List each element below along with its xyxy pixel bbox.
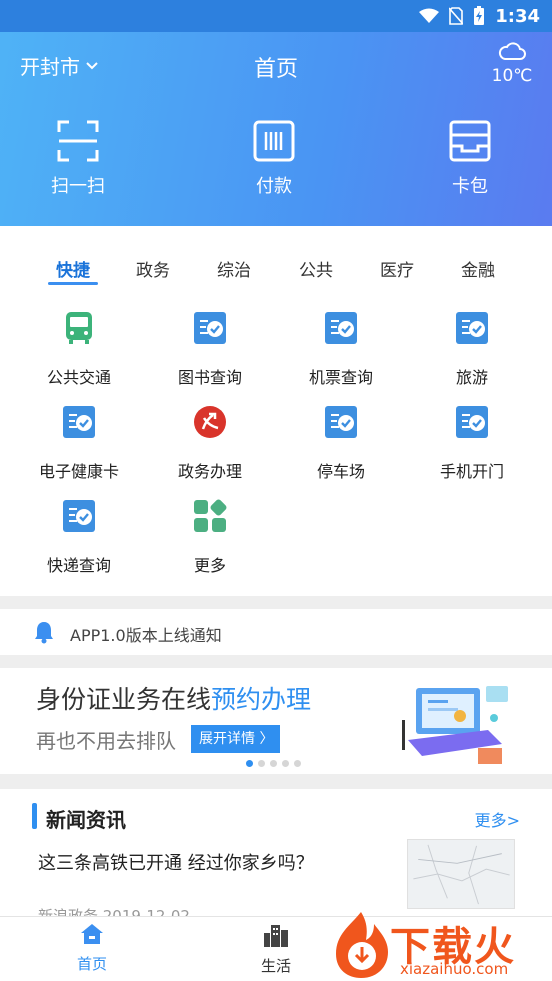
- banner-title-highlight: 预约办理: [211, 685, 312, 714]
- status-bar: 1:34: [0, 0, 552, 32]
- service-label: 快递查询: [46, 556, 111, 575]
- party-emblem-icon: [194, 406, 226, 438]
- city-buildings-icon: [264, 925, 288, 947]
- scan-icon: [57, 120, 99, 162]
- news-thumbnail-map[interactable]: [407, 839, 515, 909]
- tab-medical[interactable]: 医疗: [362, 256, 432, 281]
- service-gov-affairs[interactable]: 政务办理: [145, 404, 275, 482]
- nav-life[interactable]: 生活: [226, 923, 326, 976]
- scan-label: 扫一扫: [51, 176, 105, 197]
- nav-life-label: 生活: [260, 957, 291, 975]
- service-label: 机票查询: [308, 368, 373, 387]
- pay-button[interactable]: 付款: [214, 120, 334, 198]
- service-flight[interactable]: 机票查询: [276, 310, 406, 388]
- card-wallet-label: 卡包: [452, 176, 488, 197]
- service-parking[interactable]: 停车场: [276, 404, 406, 482]
- news-headline[interactable]: 这三条高铁已开通 经过你家乡吗？: [38, 849, 314, 875]
- pagination-dot[interactable]: [294, 760, 301, 767]
- weather-temp: 10℃: [491, 66, 533, 86]
- doc-check-icon: [456, 312, 488, 344]
- quick-actions: 扫一扫 付款 卡包: [0, 120, 552, 200]
- no-sim-icon: [449, 7, 464, 25]
- news-section-title: 新闻资讯: [46, 808, 126, 832]
- service-library[interactable]: 图书查询: [145, 310, 275, 388]
- services-card: 快捷 政务 综治 公共 医疗 金融 公共交通 图书查询 机票查询 旅游 电子健康…: [0, 226, 552, 596]
- card-wallet-button[interactable]: 卡包: [410, 120, 530, 198]
- bus-icon: [66, 312, 92, 344]
- tab-finance[interactable]: 金融: [443, 256, 513, 281]
- chevron-right-icon: 〉: [259, 731, 274, 747]
- notice-text: APP1.0版本上线通知: [70, 626, 222, 645]
- apps-grid-icon: [194, 499, 227, 532]
- flame-logo-icon: [336, 912, 388, 978]
- active-tab-indicator: [48, 282, 98, 285]
- service-travel[interactable]: 旅游: [407, 310, 537, 388]
- service-label: 图书查询: [177, 368, 242, 387]
- doc-check-icon: [63, 500, 95, 532]
- page-title: 首页: [253, 57, 298, 82]
- service-label: 公共交通: [46, 368, 111, 387]
- doc-check-icon: [456, 406, 488, 438]
- nav-home-label: 首页: [76, 955, 107, 973]
- service-label: 电子健康卡: [38, 462, 119, 481]
- pagination-dot[interactable]: [270, 760, 277, 767]
- watermark-domain: xiazaihuo.com: [400, 960, 509, 978]
- service-express[interactable]: 快递查询: [14, 498, 144, 576]
- pagination-dot[interactable]: [282, 760, 289, 767]
- weather-widget[interactable]: 10℃: [490, 41, 534, 86]
- wifi-icon: [419, 8, 440, 23]
- pay-label: 付款: [256, 176, 292, 197]
- tab-public[interactable]: 公共: [281, 256, 351, 281]
- banner-details-button[interactable]: 展开详情 〉: [191, 725, 280, 753]
- banner-title-prefix: 身份证业务在线: [36, 685, 212, 714]
- service-health-card[interactable]: 电子健康卡: [14, 404, 144, 482]
- doc-check-icon: [63, 406, 95, 438]
- banner-illustration: [402, 686, 508, 764]
- tab-governance[interactable]: 综治: [199, 256, 269, 281]
- promo-banner[interactable]: 身份证业务在线预约办理 再也不用去排队 展开详情 〉: [0, 668, 552, 774]
- doc-check-icon: [325, 312, 357, 344]
- service-label: 旅游: [455, 368, 488, 387]
- battery-charging-icon: [474, 6, 485, 25]
- service-label: 停车场: [316, 462, 365, 481]
- news-section: 新闻资讯 更多> 这三条高铁已开通 经过你家乡吗？ 新浪政务 2019-12-0…: [0, 789, 552, 919]
- scan-button[interactable]: 扫一扫: [18, 120, 138, 198]
- news-more-link[interactable]: 更多>: [475, 807, 520, 831]
- barcode-icon: [253, 120, 295, 162]
- service-phone-door[interactable]: 手机开门: [407, 404, 537, 482]
- banner-title: 身份证业务在线预约办理: [36, 680, 311, 716]
- cloud-icon: [498, 42, 526, 60]
- nav-home[interactable]: 首页: [42, 923, 142, 974]
- tab-government[interactable]: 政务: [118, 256, 188, 281]
- home-icon: [81, 924, 103, 944]
- news-title-bar: [32, 803, 37, 829]
- service-label: 政务办理: [177, 462, 242, 481]
- service-label: 手机开门: [439, 462, 504, 481]
- header-hero: 1:34 开封市 首页 10℃ 扫一扫 付款 卡包: [0, 0, 552, 226]
- service-public-transport[interactable]: 公共交通: [14, 310, 144, 388]
- doc-check-icon: [194, 312, 226, 344]
- status-icons: 1:34: [419, 4, 540, 28]
- banner-button-label: 展开详情: [199, 731, 255, 747]
- status-time: 1:34: [495, 5, 540, 27]
- service-label: 更多: [193, 556, 226, 575]
- watermark: 下载火 xiazaihuo.com: [328, 908, 552, 981]
- banner-subtitle: 再也不用去排队: [36, 729, 176, 753]
- header-row: 开封市 首页 10℃: [0, 42, 552, 86]
- bell-icon: [35, 622, 53, 644]
- card-wallet-icon: [449, 120, 491, 162]
- service-more[interactable]: 更多: [145, 498, 275, 576]
- doc-check-icon: [325, 406, 357, 438]
- tab-shortcut[interactable]: 快捷: [38, 256, 108, 281]
- notice-bar[interactable]: APP1.0版本上线通知: [0, 609, 552, 655]
- banner-pagination: [246, 760, 301, 767]
- pagination-dot[interactable]: [246, 760, 253, 767]
- pagination-dot[interactable]: [258, 760, 265, 767]
